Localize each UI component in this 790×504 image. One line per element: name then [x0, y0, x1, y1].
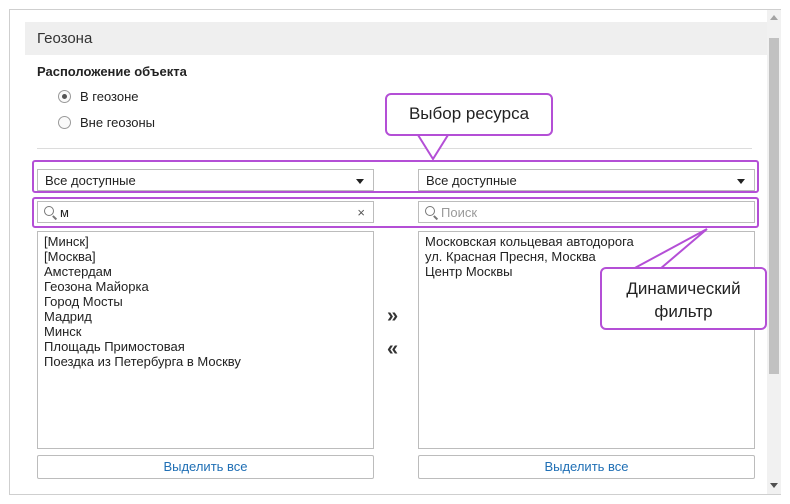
dynamic-filter-line1: Динамический [626, 279, 741, 298]
dynamic-filter-callout: Динамический фильтр [600, 267, 767, 330]
callout-pointers [417, 134, 708, 270]
dynamic-filter-line2: фильтр [654, 302, 713, 321]
resource-choice-callout: Выбор ресурса [385, 93, 553, 136]
